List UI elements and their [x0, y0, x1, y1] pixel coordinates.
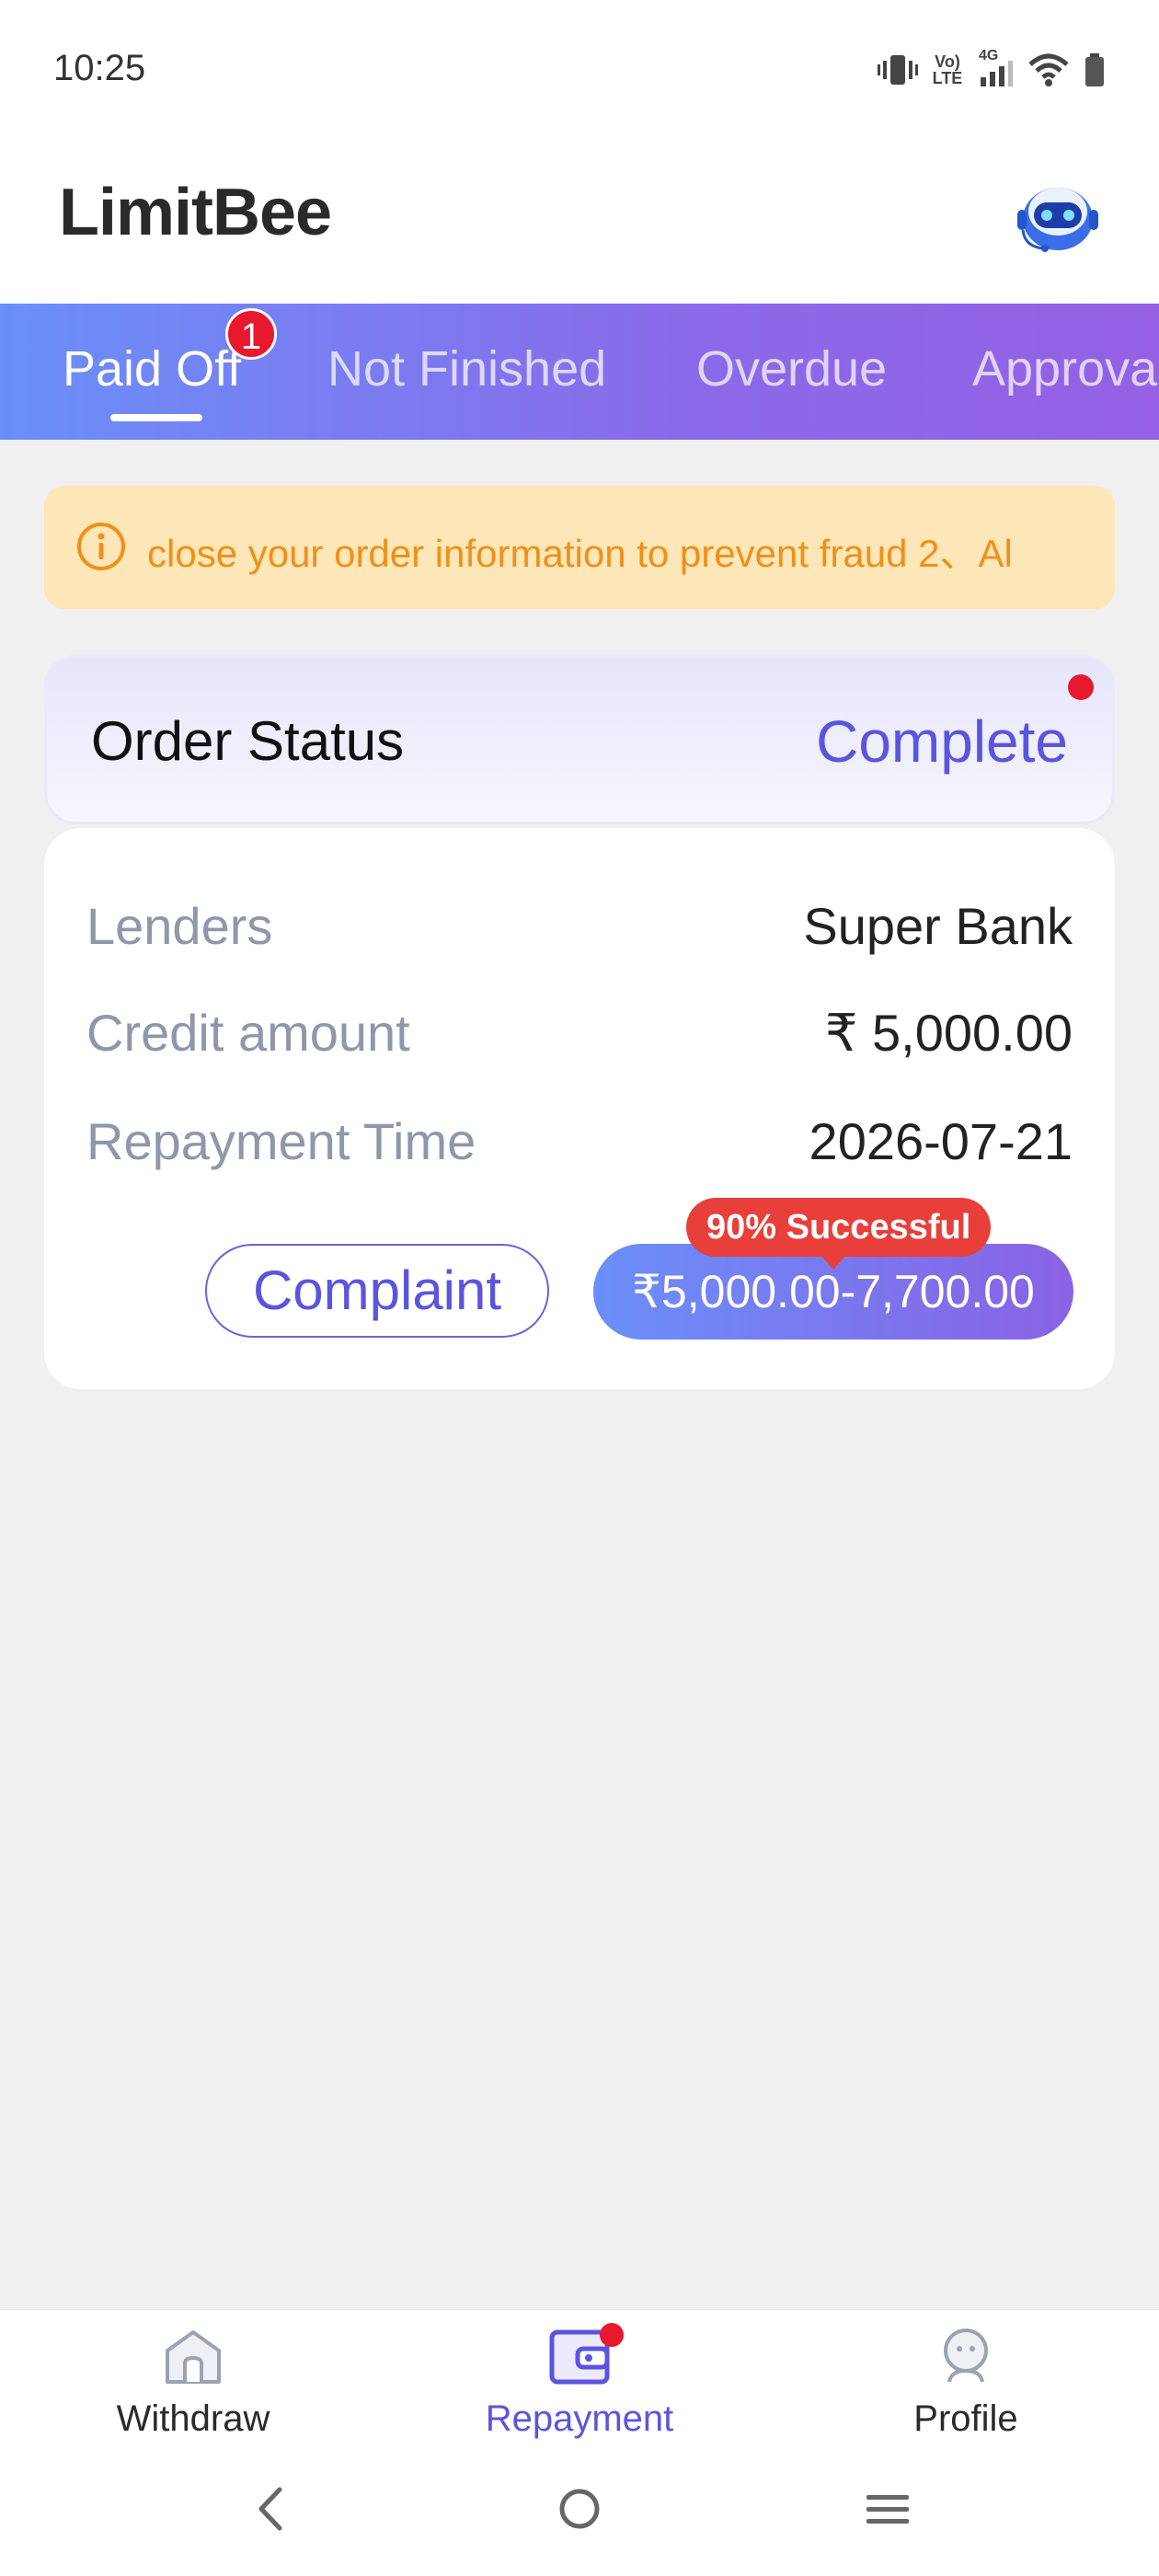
app-header: LimitBee: [0, 138, 1159, 304]
nav-label: Withdraw: [116, 2398, 270, 2439]
home-circle-icon[interactable]: [547, 2477, 612, 2541]
battery-icon: [1085, 53, 1104, 86]
vibrate-icon: [878, 55, 918, 85]
complaint-button[interactable]: Complaint: [205, 1244, 549, 1338]
active-tab-indicator: [110, 414, 202, 421]
order-details-card: Lenders Super Bank Credit amount ₹ 5,000…: [44, 828, 1115, 1389]
status-icons: Vo) LTE 4G: [878, 48, 1106, 88]
fraud-notice-banner: close your order information to prevent …: [44, 486, 1115, 609]
order-status-label: Order Status: [91, 710, 405, 772]
nav-withdraw[interactable]: Withdraw: [83, 2323, 304, 2448]
detail-row-credit-amount: Credit amount ₹ 5,000.00: [86, 1003, 1073, 1076]
nav-label: Repayment: [485, 2398, 674, 2439]
nav-profile[interactable]: Profile: [855, 2323, 1076, 2448]
system-navigation-bar: [0, 2447, 1159, 2576]
tab-approval[interactable]: Approva: [972, 340, 1157, 397]
status-time: 10:25: [53, 48, 146, 88]
detail-label: Repayment Time: [86, 1112, 476, 1170]
tab-overdue[interactable]: Overdue: [696, 340, 887, 397]
nav-notification-dot: [600, 2323, 624, 2347]
home-icon: [166, 2330, 221, 2384]
detail-row-lenders: Lenders Super Bank: [86, 896, 1073, 970]
info-icon: [77, 523, 125, 570]
bottom-navigation: Withdraw Repayment Profile: [0, 2309, 1159, 2448]
order-status-card: Order Status Complete: [44, 655, 1115, 824]
status-notification-dot: [1068, 674, 1094, 700]
wifi-icon: [1028, 53, 1069, 86]
order-status-value: Complete: [816, 708, 1068, 775]
notice-text: close your order information to prevent …: [147, 532, 1013, 575]
detail-row-repayment-time: Repayment Time 2026-07-21: [86, 1111, 1073, 1185]
tab-count-badge: 1: [225, 308, 277, 360]
detail-label: Lenders: [86, 897, 273, 955]
tab-not-finished[interactable]: Not Finished: [327, 340, 606, 397]
order-tabs: Paid Off Not Finished Overdue Approva: [0, 304, 1159, 440]
detail-value: Super Bank: [803, 897, 1073, 955]
volte-icon: Vo) LTE: [932, 52, 963, 87]
profile-icon: [944, 2329, 988, 2383]
back-icon[interactable]: [239, 2477, 304, 2541]
nav-label: Profile: [913, 2398, 1018, 2439]
signal-4g-icon: 4G: [977, 48, 1014, 88]
success-rate-tag: 90% Successful: [686, 1198, 992, 1270]
status-bar: 10:25 Vo) LTE 4G: [0, 0, 1159, 138]
app-title: LimitBee: [59, 176, 332, 249]
robot-support-icon[interactable]: [1012, 171, 1104, 263]
tab-paid-off[interactable]: Paid Off: [63, 340, 241, 397]
detail-value: 2026-07-21: [809, 1112, 1073, 1170]
detail-label: Credit amount: [86, 1004, 410, 1062]
detail-value: ₹ 5,000.00: [824, 1004, 1073, 1062]
nav-repayment[interactable]: Repayment: [469, 2323, 690, 2448]
menu-icon[interactable]: [855, 2477, 920, 2541]
